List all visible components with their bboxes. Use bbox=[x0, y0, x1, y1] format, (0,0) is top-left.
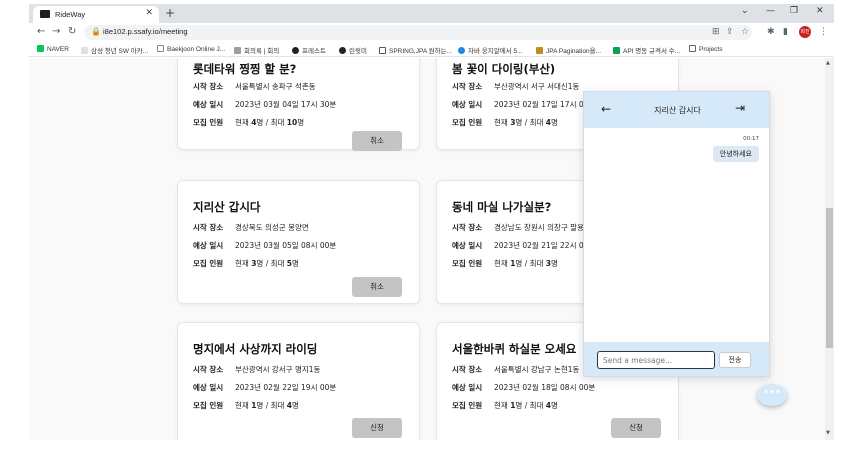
date-row: 예상 일시 2023년 03월 04일 17시 30분 bbox=[193, 100, 337, 109]
chat-messages: 00:17 안녕하세요 bbox=[584, 128, 769, 342]
message-input[interactable] bbox=[597, 351, 715, 369]
bookmark-naver[interactable]: NAVER bbox=[37, 45, 69, 53]
meeting-card[interactable]: 롯데타워 찡찡 할 분? 시작 장소 서울특별시 송파구 석촌동 예상 일시 202… bbox=[177, 58, 420, 151]
date-row: 예상 일시 2023년 03월 05일 08시 00분 bbox=[193, 241, 337, 250]
people-row: 모집 인원 현재 1명 / 최대 4명 bbox=[193, 401, 299, 410]
bookmark-meeting-notes[interactable]: 회의록 | 회의 bbox=[234, 45, 279, 55]
chat-panel: ← 지리산 갑시다 ⇥ 00:17 안녕하세요 전송 bbox=[583, 91, 770, 377]
globe-icon bbox=[81, 47, 88, 54]
extensions-puzzle-icon[interactable]: ✱ bbox=[767, 27, 775, 37]
jpa-icon bbox=[536, 47, 543, 54]
bookmark-spring-jpa[interactable]: SPRING,JPA 원하는... bbox=[379, 45, 452, 55]
cancel-button[interactable]: 취소 bbox=[352, 131, 402, 151]
people-row: 모집 인원 현재 4명 / 최대 10명 bbox=[193, 118, 305, 127]
notes-icon bbox=[234, 47, 241, 54]
chat-input-bar: 전송 bbox=[584, 342, 769, 376]
apply-button[interactable]: 신청 bbox=[352, 418, 402, 438]
people-row: 모집 인원 현재 1명 / 최대 4명 bbox=[452, 401, 558, 410]
people-row: 모집 인원 현재 3명 / 최대 4명 bbox=[452, 118, 558, 127]
browser-window: RideWay ✕ + ⌄ — ❐ ✕ ← → ↻ 🔒 i8e102.p.ssa… bbox=[29, 4, 834, 440]
blue-circle-icon bbox=[458, 47, 465, 54]
bookmark-github-1[interactable]: 프레스트 bbox=[292, 45, 326, 55]
window-close-icon[interactable]: ✕ bbox=[816, 6, 824, 16]
bookmarks-bar: NAVER 삼성 청년 SW 아카... Baekjoon Online J..… bbox=[29, 42, 834, 57]
message-bubble: 안녕하세요 bbox=[712, 146, 759, 162]
address-bar[interactable]: 🔒 i8e102.p.ssafy.io/meeting bbox=[84, 25, 752, 40]
github-icon bbox=[292, 47, 299, 54]
date-row: 예상 일시 2023년 02월 21일 22시 00분 bbox=[452, 241, 596, 250]
tab-rideway[interactable]: RideWay ✕ bbox=[33, 6, 159, 23]
start-place-row: 시작 장소 서울특별시 송파구 석촌동 bbox=[193, 82, 316, 91]
people-row: 모집 인원 현재 3명 / 최대 5명 bbox=[193, 259, 299, 268]
share-icon[interactable]: ⇪ bbox=[726, 27, 734, 37]
page-scrollbar[interactable]: ▲ ▼ bbox=[825, 58, 834, 440]
rideway-favicon-icon bbox=[40, 10, 50, 18]
start-place-row: 시작 장소 경상남도 창원시 의창구 팔용 bbox=[452, 223, 584, 232]
profile-avatar[interactable]: 희진 bbox=[799, 26, 811, 38]
meeting-card[interactable]: 지리산 갑시다 시작 장소 경상북도 의성군 봉양면 예상 일시 2023년 03월… bbox=[177, 180, 420, 304]
bookmark-ssafy[interactable]: 삼성 청년 SW 아카... bbox=[81, 45, 148, 55]
start-place-row: 시작 장소 서울특별시 강남구 논현1동 bbox=[452, 365, 580, 374]
bookmark-github-2[interactable]: 린윗미 bbox=[339, 45, 367, 55]
chat-bubble-fab-icon[interactable]: ••• bbox=[757, 384, 787, 406]
meeting-title: 명지에서 사상까지 라이딩 bbox=[193, 342, 318, 356]
side-panel-icon[interactable]: ▮ bbox=[783, 27, 788, 37]
sheets-icon bbox=[613, 47, 620, 54]
navigation-bar: ← → ↻ 🔒 i8e102.p.ssafy.io/meeting ⊞ ⇪ ☆ … bbox=[29, 23, 834, 42]
bookmark-baekjoon[interactable]: Baekjoon Online J... bbox=[157, 45, 225, 53]
scroll-up-arrow-icon[interactable]: ▲ bbox=[826, 60, 830, 66]
screenshot-frame: RideWay ✕ + ⌄ — ❐ ✕ ← → ↻ 🔒 i8e102.p.ssa… bbox=[0, 0, 848, 460]
minimize-icon[interactable]: — bbox=[766, 6, 775, 16]
cancel-button[interactable]: 취소 bbox=[352, 277, 402, 297]
meeting-title: 동네 마실 나가실분? bbox=[452, 200, 552, 214]
bookmark-jpa-pagination[interactable]: JPA Pagination을... bbox=[536, 45, 601, 55]
forward-arrow-icon[interactable]: → bbox=[52, 26, 60, 37]
meeting-title: 봄 꽃이 다이링(부산) bbox=[452, 62, 556, 76]
baekjoon-icon bbox=[157, 45, 164, 52]
naver-icon bbox=[37, 45, 44, 52]
star-bookmark-icon bbox=[379, 47, 386, 54]
tab-search-chevron-icon[interactable]: ⌄ bbox=[741, 6, 749, 16]
meeting-title: 롯데타워 찡찡 할 분? bbox=[193, 62, 297, 76]
meeting-title: 서울한바퀴 하실분 오세요 bbox=[452, 342, 577, 356]
chat-header: ← 지리산 갑시다 ⇥ bbox=[584, 92, 769, 128]
send-button[interactable]: 전송 bbox=[719, 352, 751, 368]
apply-button[interactable]: 신청 bbox=[611, 418, 661, 438]
date-row: 예상 일시 2023년 02월 18일 08시 00분 bbox=[452, 383, 596, 392]
tab-title: RideWay bbox=[55, 10, 86, 19]
date-row: 예상 일시 2023년 02월 17일 17시 00분 bbox=[452, 100, 596, 109]
date-row: 예상 일시 2023년 02월 22일 19시 00분 bbox=[193, 383, 337, 392]
tab-strip: RideWay ✕ + ⌄ — ❐ ✕ bbox=[29, 4, 834, 23]
exit-room-icon[interactable]: ⇥ bbox=[735, 101, 745, 115]
bookmark-projects[interactable]: Projects bbox=[689, 45, 722, 53]
meeting-title: 지리산 갑시다 bbox=[193, 200, 261, 214]
bookmark-star-icon[interactable]: ☆ bbox=[741, 27, 749, 37]
projects-icon bbox=[689, 45, 696, 52]
start-place-row: 시작 장소 부산광역시 강서구 명지1동 bbox=[193, 365, 321, 374]
people-row: 모집 인원 현재 1명 / 최대 3명 bbox=[452, 259, 558, 268]
scrollbar-thumb[interactable] bbox=[826, 208, 833, 348]
bookmark-java[interactable]: 자바 웅지알에서 5... bbox=[458, 45, 523, 55]
restore-icon[interactable]: ❐ bbox=[790, 6, 798, 16]
new-tab-icon[interactable]: + bbox=[165, 6, 175, 20]
menu-kebab-icon[interactable]: ⋮ bbox=[819, 27, 828, 37]
reload-icon[interactable]: ↻ bbox=[68, 26, 76, 37]
meeting-card[interactable]: 명지에서 사상까지 라이딩 시작 장소 부산광역시 강서구 명지1동 예상 일시 2… bbox=[177, 322, 420, 440]
scroll-down-arrow-icon[interactable]: ▼ bbox=[826, 430, 830, 436]
lock-icon: 🔒 bbox=[91, 27, 101, 36]
translate-icon[interactable]: ⊞ bbox=[712, 27, 720, 37]
page-viewport: 롯데타워 찡찡 할 분? 시작 장소 서울특별시 송파구 석촌동 예상 일시 202… bbox=[29, 58, 834, 440]
meeting-list-page: 롯데타워 찡찡 할 분? 시작 장소 서울특별시 송파구 석촌동 예상 일시 202… bbox=[29, 58, 825, 440]
start-place-row: 시작 장소 부산광역시 서구 서대신1동 bbox=[452, 82, 580, 91]
url-text[interactable]: i8e102.p.ssafy.io/meeting bbox=[103, 27, 188, 36]
tab-close-icon[interactable]: ✕ bbox=[145, 8, 153, 18]
back-arrow-icon[interactable]: ← bbox=[37, 26, 45, 37]
bookmark-api-spec[interactable]: API 명동 규격서 수... bbox=[613, 45, 680, 55]
github-icon bbox=[339, 47, 346, 54]
start-place-row: 시작 장소 경상북도 의성군 봉양면 bbox=[193, 223, 309, 232]
message-time: 00:17 bbox=[743, 136, 759, 142]
